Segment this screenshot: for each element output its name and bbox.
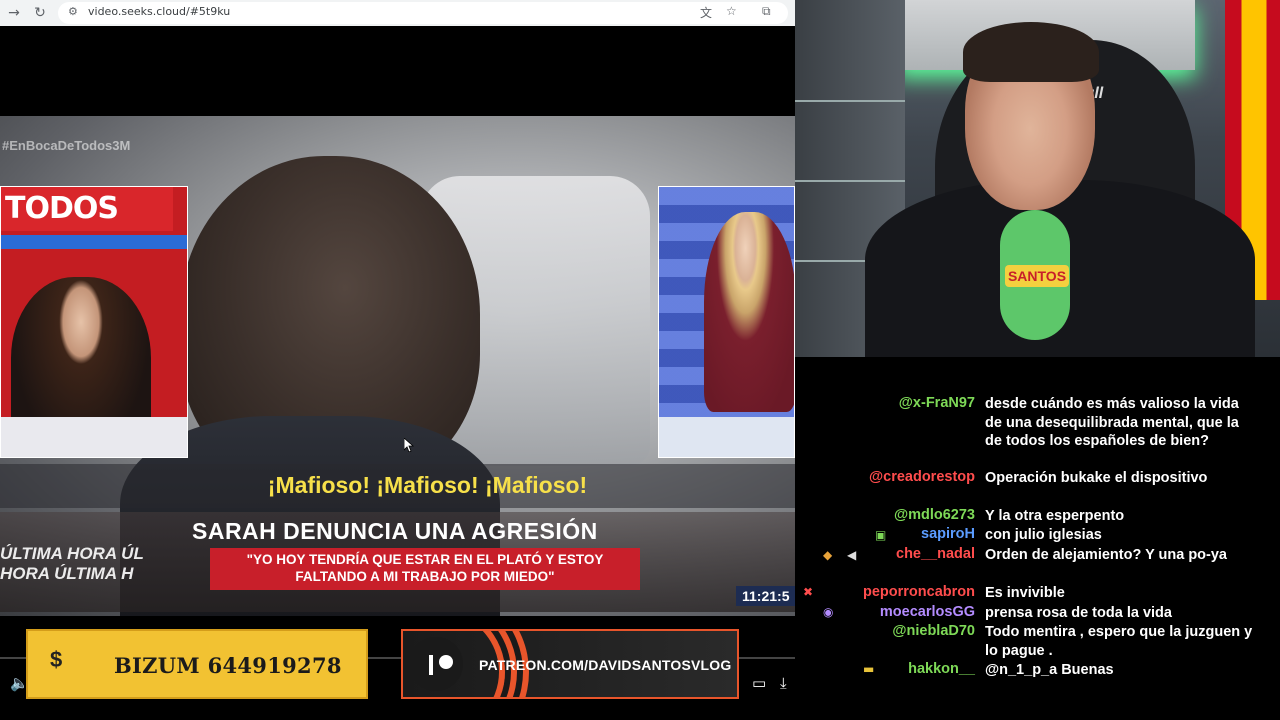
chat-text: prensa rosa de toda la vida bbox=[985, 605, 1172, 621]
shelf-line bbox=[795, 180, 905, 182]
forward-icon[interactable]: → bbox=[4, 3, 24, 23]
bizum-banner[interactable]: $ BIZUM 644919278 bbox=[26, 629, 368, 699]
chat-text: Y la otra esperpento bbox=[985, 508, 1125, 524]
chat-text: Todo mentira , espero que la juzguen y l… bbox=[985, 624, 1253, 659]
mic-label: SANTOS bbox=[1005, 265, 1069, 287]
dollar-icon: $ bbox=[50, 647, 63, 672]
chat-username[interactable]: peporroncabron bbox=[863, 584, 975, 600]
url-text: video.seeks.cloud/#5t9ku bbox=[88, 5, 231, 18]
hat-badge-icon: ▬ bbox=[863, 662, 875, 676]
pip-banner: TODOS bbox=[1, 187, 173, 231]
headline: SARAH DENUNCIA UNA AGRESIÓN bbox=[192, 518, 598, 544]
tune-icon[interactable]: ⚙ bbox=[68, 5, 78, 18]
ticker: ÚLTIMA HORA ÚL HORA ÚLTIMA H bbox=[0, 544, 205, 584]
shelf-line bbox=[795, 100, 905, 102]
chat-username[interactable]: @nieblaD70 bbox=[892, 623, 975, 639]
patreon-text: PATREON.COM/DAVIDSANTOSVLOG bbox=[479, 657, 732, 673]
crown-badge-icon: ◆ bbox=[823, 548, 833, 562]
chat-panel: @x-FraN97 desde cuándo es más valioso la… bbox=[795, 357, 1280, 720]
speaker-badge-icon: ◀ bbox=[847, 548, 857, 562]
chat-username[interactable]: hakkon__ bbox=[908, 661, 975, 677]
cursor-icon bbox=[404, 438, 414, 452]
ticker-line-1: ÚLTIMA HORA ÚL bbox=[0, 544, 144, 563]
subtitle-text: ¡Mafioso! ¡Mafioso! ¡Mafioso! bbox=[267, 472, 588, 498]
video-frame[interactable]: #EnBocaDeTodos3M TODOS ¡Mafioso! ¡Mafios… bbox=[0, 116, 795, 616]
translate-icon[interactable]: 文 bbox=[700, 4, 712, 21]
gamepad-badge-icon: ◉ bbox=[823, 605, 834, 619]
cast-icon[interactable]: ▭ bbox=[752, 674, 766, 692]
patreon-logo-circle bbox=[439, 655, 453, 669]
chat-username[interactable]: che__nadal bbox=[896, 546, 975, 562]
chat-username[interactable]: moecarlosGG bbox=[880, 604, 975, 620]
download-icon[interactable]: ⤓ bbox=[780, 674, 787, 692]
quote-line-1: "YO HOY TENDRÍA QUE ESTAR EN EL PLATÓ Y … bbox=[246, 552, 604, 567]
patreon-logo-icon bbox=[409, 637, 463, 691]
chat-username[interactable]: @creadorestop bbox=[869, 469, 975, 485]
chat-username[interactable]: sapiroH bbox=[921, 526, 975, 542]
hashtag-overlay: #EnBocaDeTodos3M bbox=[2, 138, 131, 153]
chat-text: con julio iglesias bbox=[985, 527, 1102, 543]
desk-right bbox=[659, 417, 794, 457]
webcam-feed: oFull SANTOS bbox=[795, 0, 1280, 357]
quote-box: "YO HOY TENDRÍA QUE ESTAR EN EL PLATÓ Y … bbox=[210, 548, 640, 590]
patreon-banner[interactable]: PATREON.COM/DAVIDSANTOSVLOG bbox=[401, 629, 739, 699]
browser-toolbar: → ↻ ⚙ video.seeks.cloud/#5t9ku 文 ☆ ⧉ bbox=[0, 0, 795, 27]
pip-right-presenter bbox=[658, 186, 795, 458]
chat-username[interactable]: @mdlo6273 bbox=[894, 507, 975, 523]
presenter-right bbox=[704, 212, 794, 412]
chat-username[interactable]: @x-FraN97 bbox=[899, 395, 975, 411]
sub-badge-icon: ▣ bbox=[875, 528, 887, 542]
video-player[interactable]: #EnBocaDeTodos3M TODOS ¡Mafioso! ¡Mafios… bbox=[0, 26, 795, 714]
extensions-icon[interactable]: ⧉ bbox=[762, 4, 771, 19]
ticker-line-2: HORA ÚLTIMA H bbox=[0, 564, 134, 583]
pip-stripe bbox=[1, 235, 187, 249]
chat-text: Es invivible bbox=[985, 585, 1065, 601]
reload-icon[interactable]: ↻ bbox=[30, 3, 50, 23]
streamer-hair bbox=[963, 22, 1099, 82]
star-icon[interactable]: ☆ bbox=[726, 4, 737, 18]
x-badge-icon: ✖ bbox=[803, 585, 814, 599]
desk-left bbox=[1, 417, 187, 457]
bizum-text: BIZUM 644919278 bbox=[114, 653, 342, 678]
chat-text: Operación bukake el dispositivo bbox=[985, 470, 1208, 486]
timestamp: 11:21:5 bbox=[736, 586, 795, 606]
chat-text: @n_1_p_a Buenas bbox=[985, 662, 1114, 678]
chat-text: desde cuándo es más valioso la vida de u… bbox=[985, 396, 1239, 449]
pip-left-presenter: TODOS bbox=[0, 186, 188, 458]
address-bar[interactable]: ⚙ video.seeks.cloud/#5t9ku 文 ☆ ⧉ bbox=[58, 2, 788, 24]
chat-text: Orden de alejamiento? Y una po-ya bbox=[985, 547, 1227, 563]
quote-line-2: FALTANDO A MI TRABAJO POR MIEDO" bbox=[295, 569, 555, 584]
patreon-logo-bar bbox=[429, 655, 433, 675]
